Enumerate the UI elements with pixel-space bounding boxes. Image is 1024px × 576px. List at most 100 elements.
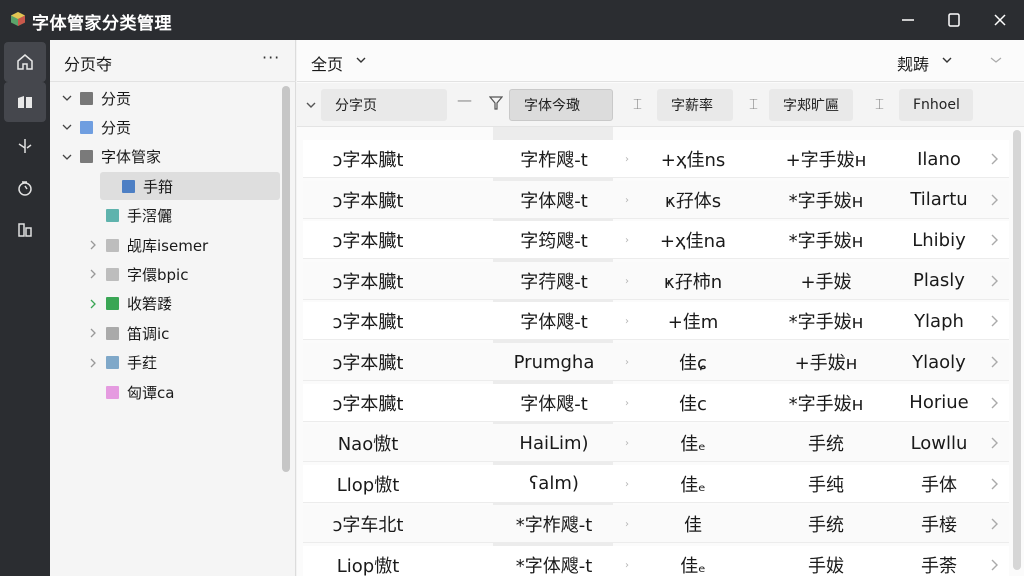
drag-handle-icon[interactable]: ›	[625, 479, 629, 490]
table-cell: Tilartu	[910, 189, 968, 211]
close-button[interactable]	[980, 4, 1020, 36]
chevron-right-icon[interactable]	[989, 436, 1001, 450]
tree-item[interactable]: 手荭	[50, 349, 282, 377]
filter-chip-2[interactable]: 字薪率	[657, 89, 733, 121]
tree-item-label: 字体管家	[101, 148, 162, 167]
library-icon	[18, 96, 32, 108]
table-cell: Ilano	[917, 148, 961, 170]
drag-handle-icon[interactable]: ›	[625, 235, 629, 246]
drag-handle-icon[interactable]: ›	[625, 276, 629, 287]
main-scrollbar[interactable]	[1013, 130, 1021, 570]
table-cell: 字柞飕-t	[520, 150, 588, 171]
activity-code[interactable]	[4, 126, 46, 166]
table-row[interactable]: Llop慠t ʕalm) 佳ₑ 手纯 手体 ›	[303, 464, 1009, 503]
chevron-right-icon[interactable]	[989, 193, 1001, 207]
tree-item[interactable]: 笛调ic	[50, 319, 282, 347]
activity-home[interactable]	[4, 42, 46, 82]
chevron-down-icon[interactable]	[60, 91, 74, 105]
activity-sync[interactable]	[4, 168, 46, 208]
table-cell: +手妭	[800, 271, 852, 293]
tree-item[interactable]: 分贡	[50, 113, 282, 141]
drag-handle-icon[interactable]: ›	[625, 438, 629, 449]
tree-item[interactable]: 字儇bpic	[50, 260, 282, 288]
table-row[interactable]: ɔ字本臓t 字荇飕-t ҝ孖柿n +手妭 Plasly ›	[303, 261, 1009, 300]
main-panel: 全页 觌踌 分字页 — 字体今璥 ⌶ 字薪率 ⌶ 字郏旷匾 ⌶ Fnhoel ɔ…	[297, 40, 1024, 576]
tree-item[interactable]: 分贡	[50, 84, 282, 112]
category-color-icon	[80, 150, 93, 164]
tree-item[interactable]: 匈谭ca	[50, 378, 282, 406]
tree-item-label: 分贡	[101, 89, 132, 108]
filter-chip-3[interactable]: 字郏旷匾	[769, 89, 853, 121]
table-cell: 字体飕-t	[520, 190, 588, 212]
chevron-down-icon[interactable]	[941, 54, 953, 66]
filter-chip-0[interactable]: 分字页	[321, 89, 447, 121]
table-row[interactable]: ɔ字本臓t 字体飕-t ҝ孖体s *字手妭ʜ Tilartu ›	[303, 180, 1009, 219]
table-cell: ɔ字本臓t	[332, 190, 404, 212]
tree-item[interactable]: 手滘儷	[50, 202, 282, 230]
chevron-right-icon[interactable]	[989, 477, 1001, 491]
chevron-right-icon[interactable]	[989, 274, 1001, 288]
chevron-right-icon[interactable]	[989, 233, 1001, 247]
drag-handle-icon[interactable]: ›	[625, 398, 629, 409]
chevron-right-icon[interactable]	[86, 238, 100, 252]
chevron-down-icon[interactable]	[355, 54, 367, 66]
chevron-down-icon[interactable]	[305, 99, 317, 111]
chevron-right-icon[interactable]	[86, 267, 100, 281]
maximize-button[interactable]	[934, 4, 974, 36]
tree-item[interactable]: 手箝	[100, 172, 280, 201]
filter-chip-4[interactable]: Fnhoel	[899, 89, 973, 121]
drag-handle-icon[interactable]: ›	[625, 154, 629, 165]
page-title[interactable]: 全页	[311, 51, 343, 75]
minus-icon[interactable]: —	[457, 91, 472, 109]
table-row[interactable]: Nao慠t HaiLim) 佳ₑ 手统 Lowllu ›	[303, 424, 1009, 463]
table-row[interactable]: ɔ字本臓t 字体飕-t +佳m *字手妭ʜ Ylaph ›	[303, 302, 1009, 341]
table-cell: Liop慠t	[336, 556, 400, 576]
tree-item-label: 收箬踒	[127, 295, 173, 314]
table-cell: ɔ字本臓t	[332, 231, 404, 253]
table-row[interactable]: ɔ字本臓t 字体飕-t 佳c *字手妭ʜ Horiue ›	[303, 383, 1009, 422]
table-row[interactable]: ɔ字车北t *字柞飕-t 佳 手统 手椄 ›	[303, 505, 1009, 544]
more-options-icon[interactable]: ···	[262, 48, 280, 67]
tree-item[interactable]: 觇库isemer	[50, 231, 282, 259]
table-cell: ɔ字本臓t	[332, 271, 404, 293]
drag-handle-icon[interactable]: ›	[625, 357, 629, 368]
chevron-down-icon[interactable]	[60, 120, 74, 134]
sidebar-scrollbar[interactable]	[282, 86, 290, 472]
tree-item-label: 手箝	[143, 177, 174, 196]
filter-funnel-icon[interactable]	[488, 95, 504, 111]
tree-item-label: 觇库isemer	[127, 236, 209, 255]
drag-handle-icon[interactable]: ›	[625, 195, 629, 206]
chevron-right-icon[interactable]	[86, 356, 100, 370]
table-cell: +ҳ佳ns	[660, 150, 726, 171]
chevron-right-icon[interactable]	[989, 517, 1001, 531]
table-cell: Prumgha	[513, 351, 595, 373]
tree-item[interactable]: 收箬踒	[50, 290, 282, 318]
table-cell: ʕalm)	[529, 473, 579, 495]
table-row[interactable]: ɔ字本臓t 字筠飕-t +ҳ佳na *字手妭ʜ Lhibiy ›	[303, 221, 1009, 260]
table-row[interactable]: ɔ字本臓t 字柞飕-t +ҳ佳ns +字手妭ʜ Ilano ›	[303, 140, 1009, 178]
chevron-right-icon[interactable]	[989, 314, 1001, 328]
drag-handle-icon[interactable]: ›	[625, 560, 629, 571]
drag-handle-icon[interactable]: ›	[625, 519, 629, 530]
chevron-right-icon[interactable]	[989, 396, 1001, 410]
filter-chip-1[interactable]: 字体今璥	[509, 89, 613, 121]
activity-panels[interactable]	[4, 210, 46, 250]
drag-handle-icon[interactable]: ›	[625, 316, 629, 327]
table-cell: 字筠飕-t	[520, 231, 588, 253]
table-cell: +手妭ʜ	[794, 353, 858, 374]
chevron-right-icon[interactable]	[989, 152, 1001, 166]
chevron-right-icon[interactable]	[989, 355, 1001, 369]
chevron-right-icon[interactable]	[86, 326, 100, 340]
table-row[interactable]: ɔ字本臓t Prumgha 佳ɕ +手妭ʜ Ylaoly ›	[303, 343, 1009, 381]
table-cell: ɔ字车北t	[332, 515, 404, 537]
category-color-icon	[106, 326, 119, 340]
chevron-down-icon[interactable]	[60, 150, 74, 164]
expand-chevron-icon[interactable]	[989, 54, 1003, 66]
table-row[interactable]: Liop慠t *字体飕-t 佳ₑ 手妭 手荼 ›	[303, 546, 1009, 576]
activity-library[interactable]	[4, 82, 46, 122]
view-selector[interactable]: 觌踌	[897, 51, 929, 75]
minimize-button[interactable]	[888, 4, 928, 36]
chevron-right-icon[interactable]	[989, 558, 1001, 572]
chevron-right-icon[interactable]	[86, 297, 100, 311]
tree-item[interactable]: 字体管家	[50, 143, 282, 171]
